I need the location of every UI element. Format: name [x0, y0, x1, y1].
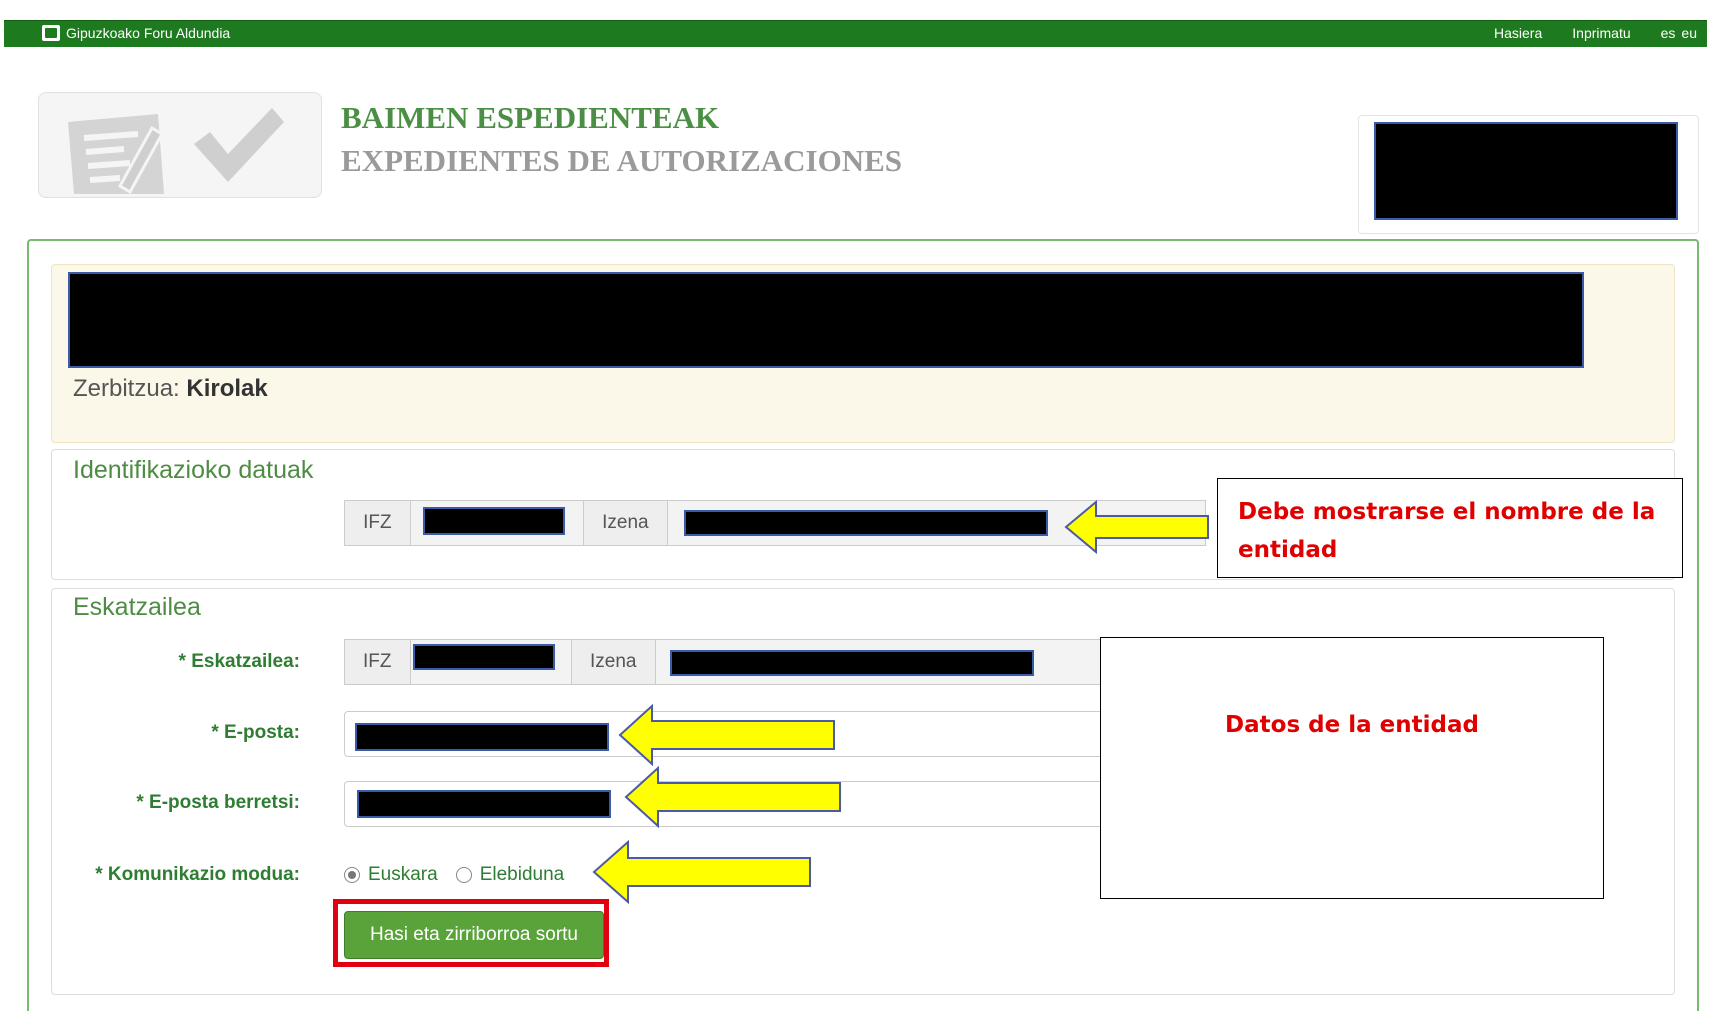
identification-legend: Identifikazioko datuak [73, 456, 314, 484]
document-icon [68, 114, 165, 194]
org-name: Gipuzkoako Foru Aldundia [66, 25, 231, 41]
lang-eu-link[interactable]: eu [1681, 25, 1697, 41]
applicant-ifz-addon: IFZ [344, 639, 411, 685]
redacted-applicant-ifz [412, 644, 555, 670]
applicant-izena-field [655, 639, 1105, 685]
arrow-icon [618, 704, 835, 766]
redacted-applicant-izena [669, 650, 1034, 676]
annotation-entity-data-text: Datos de la entidad [1225, 712, 1479, 738]
home-link[interactable]: Hasiera [1494, 25, 1542, 41]
redacted-ifz [422, 507, 565, 535]
redacted-email-confirm [357, 790, 611, 818]
arrow-icon [624, 766, 841, 828]
arrow-icon [1064, 500, 1209, 554]
communication-mode-options: Euskara Elebiduna [344, 864, 564, 886]
arrow-icon [592, 840, 811, 904]
radio-euskara[interactable]: Euskara [344, 864, 438, 886]
izena-addon: Izena [583, 500, 669, 546]
radio-euskara-label: Euskara [368, 864, 438, 885]
service-line: Zerbitzua: Kirolak [73, 375, 268, 403]
ifz-addon: IFZ [344, 500, 411, 546]
language-switcher: es eu [1661, 25, 1697, 41]
check-icon [194, 108, 284, 182]
org-brand[interactable]: Gipuzkoako Foru Aldundia [42, 25, 230, 41]
radio-elebiduna-icon[interactable] [455, 866, 472, 883]
page-title: BAIMEN ESPEDIENTEAK [341, 100, 720, 135]
applicant-label: * Eskatzailea: [178, 651, 300, 672]
annotation-entity-name-text: Debe mostrarse el nombre de la entidad [1238, 499, 1656, 563]
page-subtitle: EXPEDIENTES DE AUTORIZACIONES [341, 143, 903, 178]
redacted-user-info [1374, 122, 1678, 220]
print-link[interactable]: Inprimatu [1572, 25, 1630, 41]
lang-es-link[interactable]: es [1661, 25, 1676, 41]
annotation-entity-name: Debe mostrarse el nombre de la entidad [1217, 478, 1683, 578]
redacted-izena [684, 510, 1049, 536]
radio-euskara-icon[interactable] [344, 866, 360, 883]
gipuzkoa-logo-icon [42, 25, 60, 41]
email-label: * E-posta: [211, 722, 300, 743]
applicant-izena-addon: Izena [571, 639, 656, 685]
applicant-legend: Eskatzailea [73, 593, 201, 621]
email-confirm-label: * E-posta berretsi: [136, 792, 300, 813]
annotation-entity-data: Datos de la entidad [1100, 637, 1604, 899]
service-value: Kirolak [186, 375, 268, 402]
radio-elebiduna[interactable]: Elebiduna [455, 864, 565, 886]
service-label: Zerbitzua: [73, 375, 180, 402]
top-links: Hasiera Inprimatu es eu [1494, 25, 1697, 41]
top-bar: Gipuzkoako Foru Aldundia Hasiera Inprima… [0, 6, 1711, 47]
ifz-field [410, 500, 584, 546]
applicant-group: IFZ Izena [344, 639, 1105, 685]
radio-elebiduna-label: Elebiduna [479, 864, 565, 885]
start-draft-button[interactable]: Hasi eta zirriborroa sortu [344, 911, 604, 959]
redacted-email [355, 723, 609, 751]
top-bar-green: Gipuzkoako Foru Aldundia Hasiera Inprima… [4, 20, 1707, 47]
applicant-ifz-field [410, 639, 572, 685]
communication-mode-label: * Komunikazio modua: [95, 864, 300, 885]
redacted-procedure-title [68, 272, 1584, 368]
